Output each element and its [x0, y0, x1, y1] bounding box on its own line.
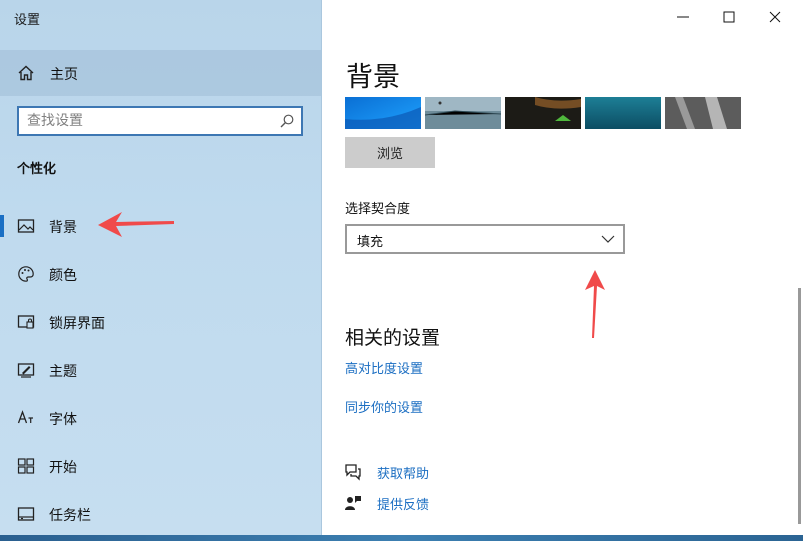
close-icon[interactable]: [765, 8, 785, 26]
sidebar-item-label: 背景: [49, 220, 77, 236]
sidebar-item-label: 锁屏界面: [49, 316, 105, 332]
sidebar-item-colors[interactable]: 颜色: [0, 252, 321, 296]
sidebar-home-item[interactable]: 主页: [0, 50, 321, 96]
search-icon[interactable]: [279, 113, 295, 129]
annotation-arrow: [98, 212, 174, 237]
maximize-icon[interactable]: [719, 8, 739, 26]
sidebar-item-label: 字体: [49, 412, 77, 428]
sidebar-item-fonts[interactable]: 字体: [0, 396, 321, 440]
background-thumbnail[interactable]: [505, 97, 581, 129]
feedback-link[interactable]: 提供反馈: [344, 492, 544, 514]
sidebar-item-label: 开始: [49, 460, 77, 476]
sidebar-item-start[interactable]: 开始: [0, 444, 321, 488]
help-chat-icon: [345, 464, 361, 481]
main-content: 背景 浏览 选择契合度 填充 相关的设置 高对比度设置 同步你的设置 获取帮助 …: [322, 0, 803, 541]
taskbar-strip: [0, 535, 803, 541]
settings-sidebar: 设置 主页 个性化 背景 颜色: [0, 0, 322, 541]
sidebar-item-taskbar[interactable]: 任务栏: [0, 492, 321, 536]
taskbar-icon: [17, 507, 35, 521]
sidebar-item-label: 颜色: [49, 268, 77, 284]
high-contrast-link[interactable]: 高对比度设置: [345, 358, 423, 377]
background-thumbnail[interactable]: [345, 97, 421, 129]
fit-select-value: 填充: [357, 235, 384, 250]
lock-screen-icon: [17, 315, 35, 329]
section-title: 个性化: [17, 162, 57, 177]
background-thumbnail[interactable]: [665, 97, 741, 129]
palette-icon: [18, 266, 34, 282]
theme-icon: [17, 363, 35, 378]
sync-settings-link[interactable]: 同步你的设置: [345, 397, 423, 416]
home-icon: [18, 65, 34, 81]
fit-select[interactable]: 填充: [345, 224, 625, 254]
minimize-icon[interactable]: [673, 8, 693, 26]
fit-label: 选择契合度: [345, 202, 411, 217]
browse-button[interactable]: 浏览: [345, 137, 435, 168]
get-help-label: 获取帮助: [377, 467, 430, 482]
get-help-link[interactable]: 获取帮助: [344, 461, 544, 483]
related-settings-title: 相关的设置: [345, 327, 441, 349]
sidebar-item-themes[interactable]: 主题: [0, 348, 321, 392]
background-thumbnail[interactable]: [585, 97, 661, 129]
sidebar-item-label: 任务栏: [49, 508, 91, 524]
sidebar-item-label: 主题: [49, 364, 77, 380]
chevron-down-icon: [601, 235, 615, 243]
page-title: 背景: [346, 62, 400, 93]
search-box[interactable]: [17, 106, 303, 136]
window-title: 设置: [14, 13, 41, 28]
scrollbar[interactable]: [798, 288, 801, 524]
search-input[interactable]: [27, 112, 267, 130]
background-thumbnail[interactable]: [425, 97, 501, 129]
font-icon: [17, 410, 33, 424]
annotation-arrow: [585, 270, 605, 338]
start-icon: [17, 458, 35, 474]
sidebar-item-lock-screen[interactable]: 锁屏界面: [0, 300, 321, 344]
picture-icon: [17, 219, 35, 233]
sidebar-home-label: 主页: [50, 67, 78, 83]
feedback-icon: [345, 496, 361, 510]
feedback-label: 提供反馈: [377, 498, 430, 513]
